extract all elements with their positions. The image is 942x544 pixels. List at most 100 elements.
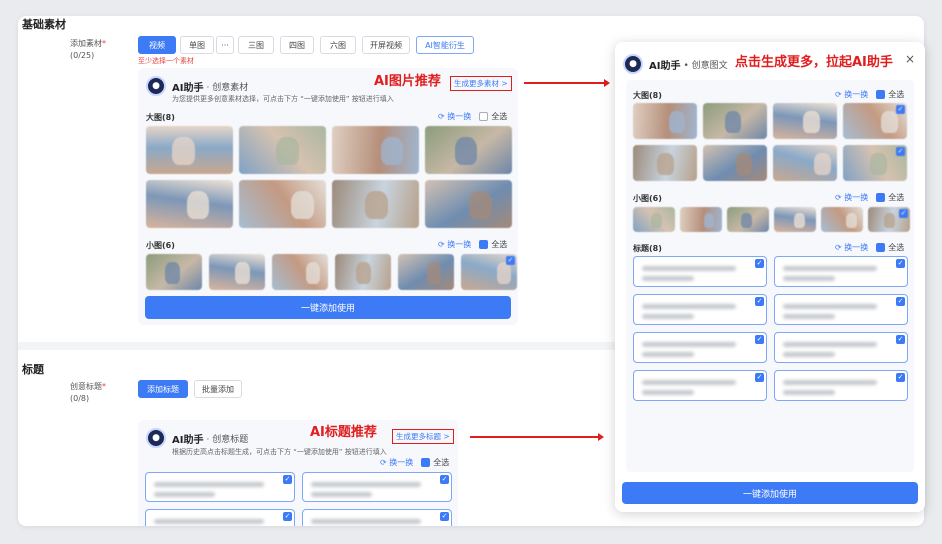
- field-count-material: (0/25): [70, 51, 95, 60]
- batch-add-button[interactable]: 批量添加: [194, 380, 242, 398]
- panel-header: ● AI助手 • 创意图文: [623, 54, 728, 74]
- big-image-thumb[interactable]: [146, 180, 233, 228]
- panel-big-thumb[interactable]: ✓: [843, 145, 907, 181]
- select-all-label: 全选: [888, 243, 905, 252]
- panel-big-thumb[interactable]: [773, 145, 837, 181]
- refresh-icon: ⟳: [438, 112, 448, 121]
- title-candidate[interactable]: ✓: [145, 472, 295, 502]
- small-image-thumb[interactable]: [398, 254, 454, 290]
- panel-small-thumb[interactable]: [633, 207, 675, 232]
- refresh-button[interactable]: ⟳ 换一换: [835, 192, 868, 203]
- select-all-label: 全选: [491, 240, 508, 249]
- panel-title-candidate[interactable]: ✓: [633, 294, 767, 325]
- field-count-titles: (0/8): [70, 394, 90, 403]
- title-candidate[interactable]: ✓: [145, 509, 295, 526]
- big-image-thumb[interactable]: [332, 126, 419, 174]
- panel-big-thumb[interactable]: [703, 145, 767, 181]
- panel-title-candidate[interactable]: ✓: [774, 370, 908, 401]
- panel-big-thumb[interactable]: [633, 145, 697, 181]
- ai-robot-icon: ●: [146, 428, 166, 448]
- ai-sub: · 创意素材: [206, 82, 249, 93]
- refresh-label: 换一换: [844, 243, 869, 252]
- panel-title-candidate[interactable]: ✓: [774, 256, 908, 287]
- small-image-thumb[interactable]: [335, 254, 391, 290]
- small-image-thumb[interactable]: [272, 254, 328, 290]
- refresh-icon: ⟳: [835, 193, 845, 202]
- big-image-thumb[interactable]: [146, 126, 233, 174]
- tab-three-image[interactable]: 三图: [238, 36, 274, 54]
- checkbox-checked-icon: [421, 458, 431, 467]
- small-image-thumb[interactable]: [146, 254, 202, 290]
- select-all-panel-titles[interactable]: 全选: [876, 242, 904, 253]
- select-all-panel-big[interactable]: 全选: [876, 89, 904, 100]
- big-image-thumb[interactable]: [332, 180, 419, 228]
- tab-single-image[interactable]: 单图: [180, 36, 214, 54]
- refresh-button[interactable]: ⟳ 换一换: [438, 239, 471, 250]
- section-divider: [18, 342, 628, 350]
- panel-title-candidate[interactable]: ✓: [633, 370, 767, 401]
- small-image-thumb[interactable]: [209, 254, 265, 290]
- tab-more[interactable]: ···: [216, 36, 234, 54]
- panel-big-label: 大图(8): [633, 91, 662, 100]
- generate-more-materials-link[interactable]: 生成更多素材 >: [450, 76, 512, 91]
- panel-small-thumb[interactable]: ✓: [868, 207, 910, 232]
- panel-small-thumb[interactable]: [727, 207, 769, 232]
- ai-material-desc: 为您提供更多创意素材选择，可点击下方 “一键添加使用” 按钮进行填入: [172, 95, 394, 103]
- ai-robot-icon: ●: [623, 54, 643, 74]
- big-image-thumb[interactable]: [239, 180, 326, 228]
- title-actions: ⟳ 换一换 全选: [380, 457, 449, 468]
- big-image-thumb[interactable]: [425, 180, 512, 228]
- ai-assistant-panel: ● AI助手 • 创意图文 点击生成更多，拉起AI助手 × 大图(8) ⟳ 换一…: [615, 42, 925, 512]
- panel-title-candidate[interactable]: ✓: [774, 332, 908, 363]
- checkbox-checked-icon: ✓: [896, 147, 905, 156]
- tab-video[interactable]: 视频: [138, 36, 176, 54]
- generate-more-titles-link[interactable]: 生成更多标题 >: [392, 429, 454, 444]
- add-title-button[interactable]: 添加标题: [138, 380, 188, 398]
- big-image-thumb[interactable]: [239, 126, 326, 174]
- panel-title-candidate[interactable]: ✓: [774, 294, 908, 325]
- title-candidate[interactable]: ✓: [302, 509, 452, 526]
- checkbox-checked-icon: ✓: [283, 512, 292, 521]
- panel-add-button[interactable]: 一键添加使用: [622, 482, 918, 504]
- panel-small-thumb[interactable]: [774, 207, 816, 232]
- add-material-button[interactable]: 一键添加使用: [145, 296, 511, 319]
- annotation-panel: 点击生成更多，拉起AI助手: [735, 55, 893, 70]
- field-label-text: 创意标题: [70, 382, 102, 391]
- panel-small-thumb[interactable]: [821, 207, 863, 232]
- big-image-thumb[interactable]: [425, 126, 512, 174]
- big-image-actions: ⟳ 换一换 全选: [438, 111, 507, 122]
- panel-big-thumb[interactable]: ✓: [843, 103, 907, 139]
- ai-robot-icon: ●: [146, 76, 166, 96]
- refresh-label: 换一换: [389, 458, 414, 467]
- panel-small-actions: ⟳ 换一换 全选: [835, 192, 904, 203]
- checkbox-checked-icon: ✓: [899, 209, 908, 218]
- section-title-titles: 标题: [22, 363, 44, 376]
- panel-small-thumb[interactable]: [680, 207, 722, 232]
- panel-title-label: 标题(8): [633, 244, 662, 253]
- panel-big-thumb[interactable]: [633, 103, 697, 139]
- select-all-panel-small[interactable]: 全选: [876, 192, 904, 203]
- small-image-thumb[interactable]: ✓: [461, 254, 517, 290]
- tab-ai-derive[interactable]: AI智能衍生: [416, 36, 474, 54]
- panel-title-candidate[interactable]: ✓: [633, 256, 767, 287]
- checkbox-checked-icon: [876, 243, 886, 252]
- panel-title-candidate[interactable]: ✓: [633, 332, 767, 363]
- required-mark: *: [102, 39, 106, 48]
- required-mark: *: [102, 382, 106, 391]
- panel-big-thumb[interactable]: [703, 103, 767, 139]
- tab-four-image[interactable]: 四图: [280, 36, 314, 54]
- panel-big-thumb[interactable]: [773, 103, 837, 139]
- refresh-label: 换一换: [447, 240, 472, 249]
- refresh-button[interactable]: ⟳ 换一换: [835, 89, 868, 100]
- refresh-button[interactable]: ⟳ 换一换: [380, 457, 413, 468]
- title-candidate[interactable]: ✓: [302, 472, 452, 502]
- select-all-big[interactable]: 全选: [479, 111, 507, 122]
- tab-splash-video[interactable]: 开屏视频: [362, 36, 410, 54]
- tab-six-image[interactable]: 六图: [320, 36, 356, 54]
- refresh-button[interactable]: ⟳ 换一换: [835, 242, 868, 253]
- refresh-button[interactable]: ⟳ 换一换: [438, 111, 471, 122]
- checkbox-checked-icon: ✓: [283, 475, 292, 484]
- select-all-titles[interactable]: 全选: [421, 457, 449, 468]
- select-all-small[interactable]: 全选: [479, 239, 507, 250]
- close-icon[interactable]: ×: [905, 52, 915, 66]
